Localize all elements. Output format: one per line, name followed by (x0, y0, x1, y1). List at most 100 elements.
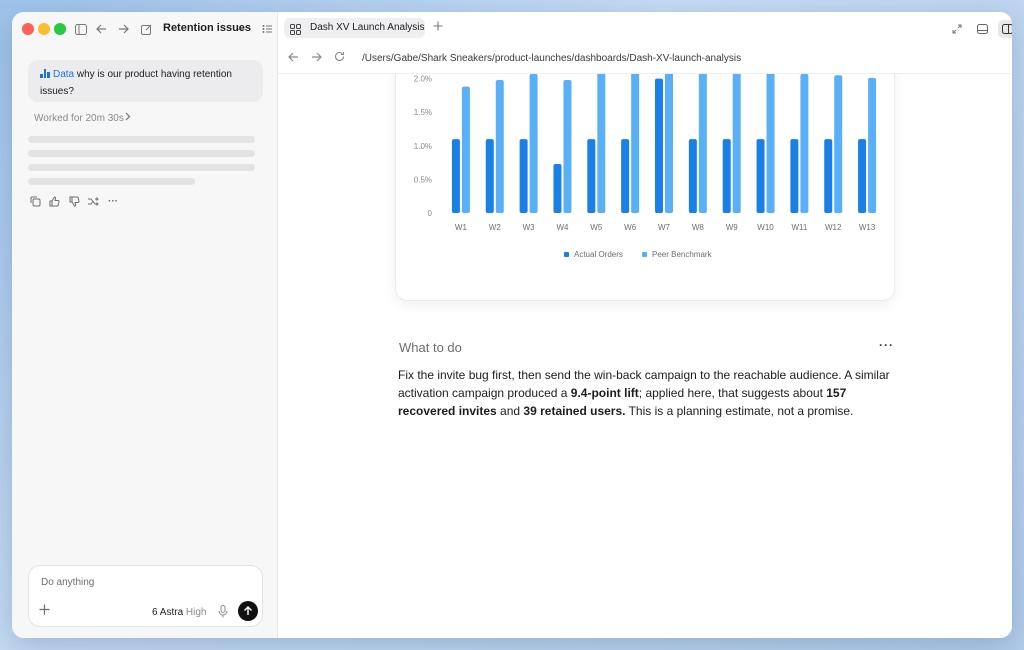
worked-duration[interactable]: Worked for 20m 30s (34, 113, 124, 124)
y-tick-label: 1.0% (414, 142, 432, 151)
model-selector[interactable]: 6 Astra High (152, 607, 207, 618)
tab-dash-xv-launch-analysis[interactable]: Dash XV Launch Analysis (284, 18, 425, 38)
bottom-panel-icon[interactable] (973, 20, 991, 38)
forward-arrow-icon[interactable] (311, 51, 322, 65)
reasoning-level: High (185, 607, 207, 618)
actual-orders-bar (790, 139, 799, 213)
peer-benchmark-bar (834, 75, 843, 214)
send-button[interactable] (238, 601, 258, 621)
new-tab-icon[interactable] (433, 19, 443, 34)
x-tick-label: W13 (859, 223, 876, 232)
peer-benchmark-bar (597, 74, 606, 213)
dashboard-content: 00.5%1.0%1.5%2.0%2.5%W1W2W3W4W5W6W7W8W9W… (278, 74, 1012, 638)
x-tick-label: W10 (757, 223, 774, 232)
maximize-window-button[interactable] (54, 23, 66, 35)
sidebar-toggle-icon[interactable] (72, 20, 90, 38)
section-title: What to do (399, 340, 462, 355)
emphasis-text: 9.4-point lift (570, 386, 639, 400)
bar-chart: 00.5%1.0%1.5%2.0%2.5%W1W2W3W4W5W6W7W8W9W… (414, 74, 877, 259)
message-input[interactable]: Do anything (41, 577, 94, 588)
y-tick-label: 1.5% (414, 108, 432, 117)
new-chat-icon[interactable] (137, 20, 155, 38)
x-tick-label: W5 (590, 223, 603, 232)
actual-orders-bar (485, 139, 494, 213)
data-tag-label: Data (53, 69, 75, 80)
add-attachment-icon[interactable] (39, 603, 50, 619)
peer-benchmark-bar (495, 79, 504, 213)
peer-benchmark-bar (800, 74, 809, 213)
thumbs-up-icon[interactable] (47, 194, 61, 208)
peer-benchmark-bar (631, 74, 640, 213)
actual-orders-bar (858, 139, 867, 213)
x-tick-label: W12 (825, 223, 842, 232)
actual-orders-bar (655, 78, 663, 213)
close-window-button[interactable] (22, 23, 34, 35)
side-panel-icon[interactable] (998, 20, 1012, 38)
expand-icon[interactable] (948, 20, 966, 38)
forward-arrow-icon[interactable] (114, 20, 132, 38)
x-tick-label: W3 (523, 223, 536, 232)
branch-icon[interactable] (86, 194, 100, 208)
chevron-right-icon[interactable] (125, 112, 131, 124)
peer-benchmark-bar (766, 74, 775, 213)
minimize-window-button[interactable] (38, 23, 50, 35)
peer-benchmark-bar (868, 77, 877, 213)
actual-orders-bar (824, 139, 833, 213)
actual-orders-bar (621, 139, 630, 213)
x-tick-label: W11 (791, 223, 807, 232)
loading-skeleton-line (28, 136, 255, 143)
x-tick-label: W7 (658, 223, 671, 232)
browser-pane: Dash XV Launch Analysis /Users/Gabe/Shar… (278, 12, 1012, 638)
actual-orders-bar (756, 139, 765, 213)
loading-skeleton-line (28, 164, 255, 171)
actual-orders-bar (722, 139, 731, 213)
peer-benchmark-bar (529, 74, 538, 213)
address-bar: /Users/Gabe/Shark Sneakers/product-launc… (278, 46, 1012, 74)
y-tick-label: 2.0% (414, 75, 432, 84)
back-arrow-icon[interactable] (288, 51, 299, 65)
tab-label: Dash XV Launch Analysis (310, 22, 425, 33)
peer-benchmark-bar (563, 79, 572, 213)
more-actions-icon[interactable]: ··· (106, 194, 120, 208)
legend-swatch (642, 252, 647, 257)
model-name: 6 Astra (152, 607, 184, 618)
loading-skeleton-line (28, 150, 255, 157)
file-path[interactable]: /Users/Gabe/Shark Sneakers/product-launc… (362, 53, 741, 64)
refresh-icon[interactable] (334, 51, 345, 65)
peer-benchmark-bar (698, 74, 707, 213)
legend-swatch (564, 252, 569, 257)
actual-orders-bar (553, 163, 562, 213)
section-more-icon[interactable]: ··· (879, 338, 894, 352)
user-message: Data why is our product having retention… (28, 60, 263, 102)
paragraph-text: This is a planning estimate, not a promi… (625, 404, 854, 418)
sidebar-titlebar: Retention issues ··· (12, 12, 278, 46)
peer-benchmark-bar (732, 74, 741, 213)
chat-sidebar: Retention issues ··· Data why is our pro… (12, 12, 278, 638)
x-tick-label: W6 (624, 223, 637, 232)
microphone-icon[interactable] (218, 605, 230, 619)
back-arrow-icon[interactable] (92, 20, 110, 38)
chart-icon (40, 69, 50, 78)
peer-benchmark-bar (461, 86, 470, 213)
message-composer[interactable]: Do anything 6 Astra High (28, 565, 263, 627)
actual-orders-bar (587, 139, 596, 213)
copy-icon[interactable] (28, 194, 42, 208)
grid-icon (290, 22, 302, 35)
actual-orders-bar (688, 139, 697, 213)
thumbs-down-icon[interactable] (67, 194, 81, 208)
data-tag[interactable]: Data (40, 69, 74, 80)
recommendation-paragraph: Fix the invite bug first, then send the … (398, 366, 898, 420)
legend-label: Peer Benchmark (652, 250, 713, 259)
outline-list-icon[interactable] (258, 20, 276, 38)
x-tick-label: W4 (556, 223, 569, 232)
loading-skeleton-line (28, 178, 195, 185)
chart-card: 00.5%1.0%1.5%2.0%2.5%W1W2W3W4W5W6W7W8W9W… (395, 74, 895, 301)
x-tick-label: W2 (489, 223, 502, 232)
x-tick-label: W1 (455, 223, 468, 232)
legend-label: Actual Orders (574, 250, 623, 259)
y-tick-label: 0 (428, 209, 433, 218)
actual-orders-bar (451, 139, 460, 213)
emphasis-text: 39 retained users. (523, 404, 626, 418)
paragraph-text: and (496, 404, 524, 418)
conversation-more-icon[interactable]: ··· (233, 20, 251, 38)
